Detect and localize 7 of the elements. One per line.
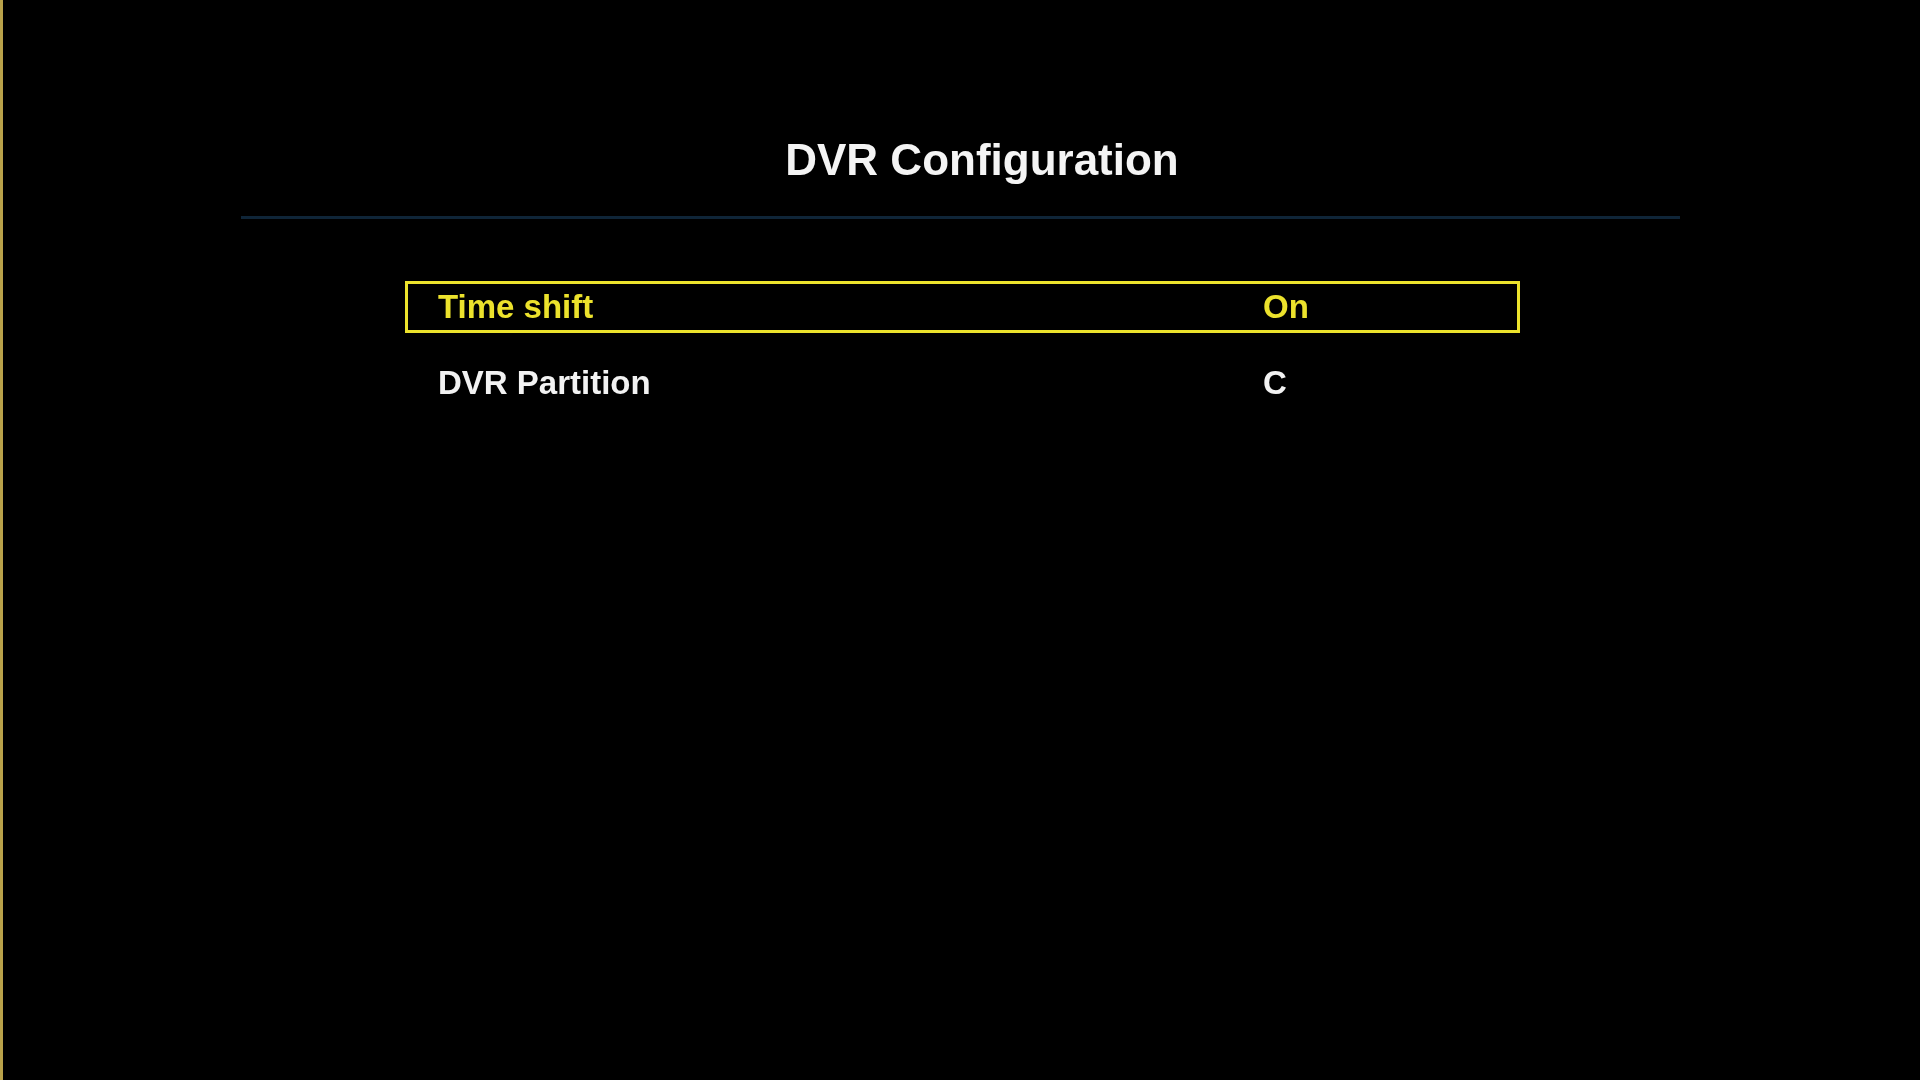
menu-item[interactable]: Time shift On xyxy=(405,281,1520,333)
setting-label: DVR Partition xyxy=(438,363,652,403)
setting-value: On xyxy=(1263,287,1309,327)
screen-title: DVR Configuration xyxy=(785,134,1179,186)
menu-item[interactable]: DVR Partition C xyxy=(405,357,1520,409)
setting-label: Time shift xyxy=(438,287,595,327)
setting-value: C xyxy=(1263,363,1287,403)
